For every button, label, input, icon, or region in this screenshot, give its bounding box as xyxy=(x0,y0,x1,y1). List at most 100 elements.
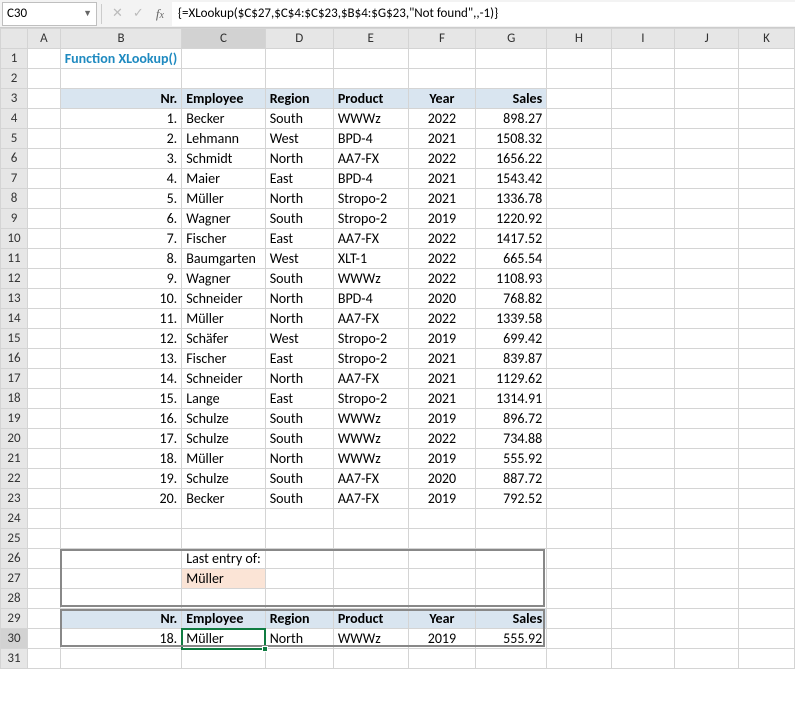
cell-J31[interactable] xyxy=(675,649,739,669)
table-cell[interactable]: Lehmann xyxy=(182,129,266,149)
table-cell[interactable]: Wagner xyxy=(182,209,266,229)
row-header-13[interactable]: 13 xyxy=(1,289,28,309)
row-header-23[interactable]: 23 xyxy=(1,489,28,509)
table-cell[interactable]: 3. xyxy=(60,149,181,169)
cell-K3[interactable] xyxy=(739,89,795,109)
row-header-7[interactable]: 7 xyxy=(1,169,28,189)
table-cell[interactable]: 5. xyxy=(60,189,181,209)
table-cell[interactable]: South xyxy=(265,489,333,509)
table-cell[interactable]: 10. xyxy=(60,289,181,309)
cell-A25[interactable] xyxy=(28,529,61,549)
cell-H1[interactable] xyxy=(547,49,611,69)
table-cell[interactable]: 2021 xyxy=(408,129,476,149)
table-cell[interactable]: 898.27 xyxy=(476,109,547,129)
cell-B26[interactable] xyxy=(60,549,181,569)
table-cell[interactable]: 1108.93 xyxy=(476,269,547,289)
table-cell[interactable]: 768.82 xyxy=(476,289,547,309)
table-cell[interactable]: East xyxy=(265,229,333,249)
cell-A27[interactable] xyxy=(28,569,61,589)
name-box[interactable]: C30 ▼ xyxy=(2,2,97,26)
cell-H5[interactable] xyxy=(547,129,611,149)
cell-J14[interactable] xyxy=(675,309,739,329)
table-cell[interactable]: 18. xyxy=(60,449,181,469)
cell-C25[interactable] xyxy=(182,529,266,549)
cell-J3[interactable] xyxy=(675,89,739,109)
cell-G28[interactable] xyxy=(476,589,547,609)
col-header-C[interactable]: C xyxy=(182,29,266,49)
table-cell[interactable]: North xyxy=(265,189,333,209)
result-cell[interactable]: North xyxy=(265,629,333,649)
cell-H22[interactable] xyxy=(547,469,611,489)
cell-F27[interactable] xyxy=(408,569,476,589)
table-cell[interactable]: South xyxy=(265,409,333,429)
cell-K19[interactable] xyxy=(739,409,795,429)
cell-I21[interactable] xyxy=(611,449,675,469)
cell-J18[interactable] xyxy=(675,389,739,409)
col-header-A[interactable]: A xyxy=(28,29,61,49)
row-header-22[interactable]: 22 xyxy=(1,469,28,489)
cell-H11[interactable] xyxy=(547,249,611,269)
cell-H3[interactable] xyxy=(547,89,611,109)
table-cell[interactable]: 1. xyxy=(60,109,181,129)
row-header-9[interactable]: 9 xyxy=(1,209,28,229)
table-cell[interactable]: North xyxy=(265,289,333,309)
row-header-5[interactable]: 5 xyxy=(1,129,28,149)
table-cell[interactable]: South xyxy=(265,269,333,289)
lookup-value[interactable]: Müller xyxy=(182,569,266,589)
cell-I1[interactable] xyxy=(611,49,675,69)
table-cell[interactable]: Schulze xyxy=(182,429,266,449)
row-header-10[interactable]: 10 xyxy=(1,229,28,249)
col-header-G[interactable]: G xyxy=(476,29,547,49)
cell-A20[interactable] xyxy=(28,429,61,449)
result-cell[interactable]: 18. xyxy=(60,629,181,649)
spreadsheet-grid[interactable]: ABCDEFGHIJK1Function XLookup()23Nr.Emplo… xyxy=(0,28,795,715)
table-cell[interactable]: Schneider xyxy=(182,369,266,389)
cell-E31[interactable] xyxy=(333,649,408,669)
name-box-dropdown-icon[interactable]: ▼ xyxy=(83,8,92,19)
cell-K28[interactable] xyxy=(739,589,795,609)
selected-cell[interactable]: Müller xyxy=(182,629,266,649)
table-cell[interactable]: 2020 xyxy=(408,469,476,489)
table-cell[interactable]: 1508.32 xyxy=(476,129,547,149)
cell-D27[interactable] xyxy=(265,569,333,589)
cell-H27[interactable] xyxy=(547,569,611,589)
table-cell[interactable]: Stropo-2 xyxy=(333,349,408,369)
cell-H10[interactable] xyxy=(547,229,611,249)
col-header-D[interactable]: D xyxy=(265,29,333,49)
table-cell[interactable]: WWWz xyxy=(333,429,408,449)
cell-K29[interactable] xyxy=(739,609,795,629)
table-cell[interactable]: 1314.91 xyxy=(476,389,547,409)
table-cell[interactable]: Müller xyxy=(182,449,266,469)
col-header-B[interactable]: B xyxy=(60,29,181,49)
cell-E28[interactable] xyxy=(333,589,408,609)
table-cell[interactable]: 839.87 xyxy=(476,349,547,369)
table-cell[interactable]: Fischer xyxy=(182,349,266,369)
cell-G27[interactable] xyxy=(476,569,547,589)
cell-J24[interactable] xyxy=(675,509,739,529)
cell-K27[interactable] xyxy=(739,569,795,589)
table-cell[interactable]: West xyxy=(265,329,333,349)
table-cell[interactable]: 2022 xyxy=(408,109,476,129)
cell-H21[interactable] xyxy=(547,449,611,469)
cell-A31[interactable] xyxy=(28,649,61,669)
row-header-18[interactable]: 18 xyxy=(1,389,28,409)
cell-H16[interactable] xyxy=(547,349,611,369)
cell-A12[interactable] xyxy=(28,269,61,289)
cell-H12[interactable] xyxy=(547,269,611,289)
row-header-3[interactable]: 3 xyxy=(1,89,28,109)
table-cell[interactable]: 2021 xyxy=(408,349,476,369)
cell-H14[interactable] xyxy=(547,309,611,329)
table-cell[interactable]: 2022 xyxy=(408,229,476,249)
cell-B25[interactable] xyxy=(60,529,181,549)
row-header-20[interactable]: 20 xyxy=(1,429,28,449)
cell-D25[interactable] xyxy=(265,529,333,549)
cell-I12[interactable] xyxy=(611,269,675,289)
cell-K15[interactable] xyxy=(739,329,795,349)
cell-I2[interactable] xyxy=(611,69,675,89)
cell-H18[interactable] xyxy=(547,389,611,409)
table-cell[interactable]: Fischer xyxy=(182,229,266,249)
table-cell[interactable]: Lange xyxy=(182,389,266,409)
cell-F24[interactable] xyxy=(408,509,476,529)
row-header-27[interactable]: 27 xyxy=(1,569,28,589)
cell-J13[interactable] xyxy=(675,289,739,309)
